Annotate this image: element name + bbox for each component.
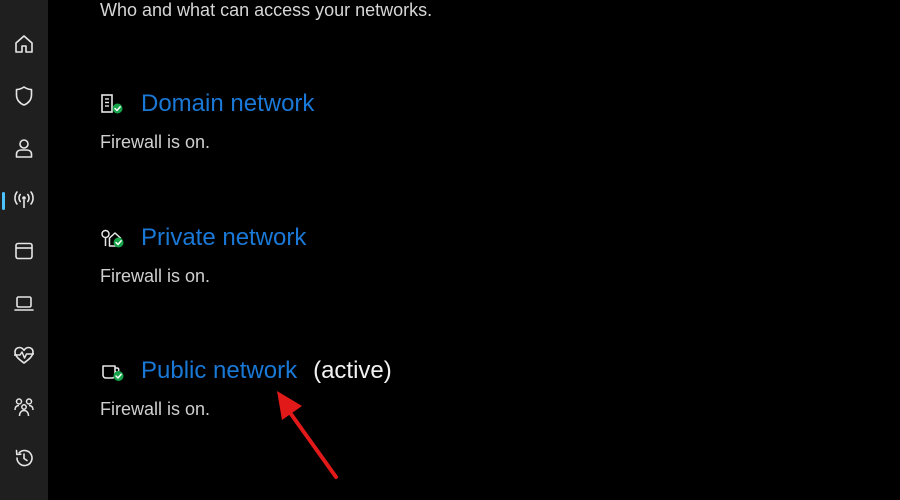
private-network-status: Firewall is on. [100, 266, 211, 286]
active-network-badge: (active) [313, 357, 392, 384]
sidebar-item-account-protection[interactable] [0, 128, 48, 168]
family-icon [14, 398, 34, 417]
history-icon [15, 449, 33, 467]
network-header: Domain network [100, 88, 600, 120]
network-section-public: Public network (active) Firewall is on. [100, 355, 600, 420]
shield-icon [15, 86, 33, 106]
sidebar-item-home[interactable] [0, 24, 48, 64]
page-subtitle: Who and what can access your networks. [100, 0, 433, 20]
heart-pulse-icon [14, 346, 34, 364]
public-network-status: Firewall is on. [100, 399, 211, 419]
laptop-icon [14, 296, 34, 311]
sidebar-item-device-security[interactable] [0, 283, 48, 323]
wifi-signal-icon [14, 191, 34, 208]
domain-network-status: Firewall is on. [100, 132, 211, 152]
sidebar-nav [0, 0, 48, 500]
network-header: Private network [100, 222, 600, 254]
main-content: Who and what can access your networks. D… [48, 0, 900, 500]
public-cafe-icon [100, 359, 128, 383]
private-home-icon [100, 226, 128, 250]
private-network-link[interactable]: Private network [141, 224, 306, 252]
sidebar-item-firewall-network[interactable] [0, 180, 48, 220]
app-browser-icon [15, 242, 33, 260]
sidebar-item-virus-protection[interactable] [0, 76, 48, 116]
network-section-domain: Domain network Firewall is on. [100, 88, 600, 153]
domain-building-icon [100, 92, 128, 116]
domain-network-link[interactable]: Domain network [141, 90, 314, 118]
network-section-private: Private network Firewall is on. [100, 222, 600, 287]
selected-indicator [2, 192, 5, 210]
annotation-arrow [277, 391, 338, 479]
network-header: Public network (active) [100, 355, 600, 387]
sidebar-item-protection-history[interactable] [0, 438, 48, 478]
sidebar-item-family-options[interactable] [0, 387, 48, 427]
public-network-link[interactable]: Public network [141, 357, 297, 385]
sidebar-item-device-performance-health[interactable] [0, 335, 48, 375]
home-icon [15, 35, 33, 53]
sidebar-item-app-browser-control[interactable] [0, 231, 48, 271]
firewall-network-protection-window: Who and what can access your networks. D… [0, 0, 900, 500]
person-icon [15, 139, 33, 158]
